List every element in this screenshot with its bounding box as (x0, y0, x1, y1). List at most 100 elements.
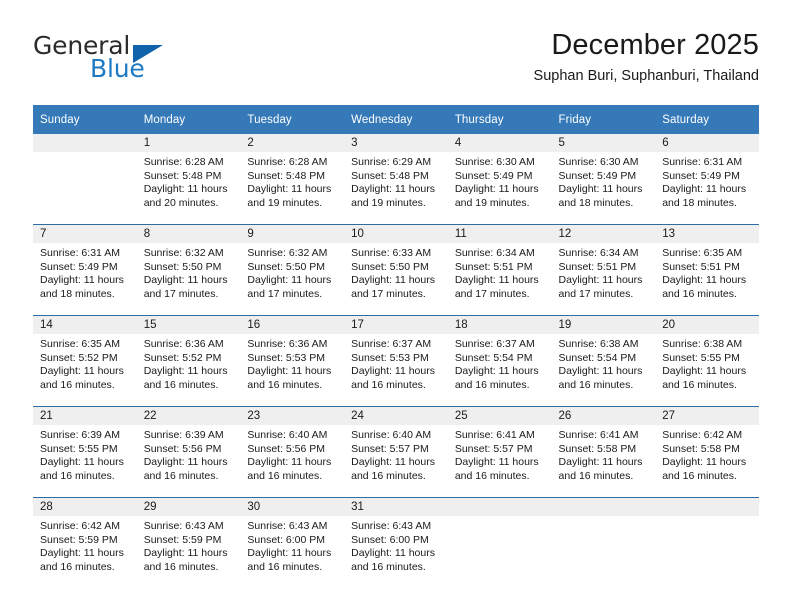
calendar-day-cell[interactable]: 3 Sunrise: 6:29 AM Sunset: 5:48 PM Daylight… (344, 134, 448, 225)
general-blue-logo[interactable]: General Blue (33, 32, 263, 90)
calendar-day-cell[interactable]: 17 Sunrise: 6:37 AM Sunset: 5:53 PM Dayligh… (344, 315, 448, 407)
calendar-day-cell[interactable]: 10 Sunrise: 6:33 AM Sunset: 5:50 PM Dayligh… (344, 224, 448, 316)
day-detail-line: and 17 minutes. (558, 287, 634, 300)
day-cell-inner: 10 Sunrise: 6:33 AM Sunset: 5:50 PM Dayligh… (344, 225, 448, 315)
day-detail-line: Daylight: 11 hours (143, 365, 228, 378)
calendar-day-cell[interactable]: 16 Sunrise: 6:36 AM Sunset: 5:53 PM Dayligh… (240, 315, 345, 407)
day-number: 3 (344, 134, 448, 152)
calendar-empty-cell (33, 134, 137, 225)
calendar-day-cell[interactable]: 11 Sunrise: 6:34 AM Sunset: 5:51 PM Dayligh… (447, 224, 552, 316)
calendar-day-cell[interactable]: 7 Sunrise: 6:31 AM Sunset: 5:49 PM Daylight… (33, 224, 137, 316)
calendar-day-cell[interactable]: 22 Sunrise: 6:39 AM Sunset: 5:56 PM Dayligh… (136, 406, 241, 498)
calendar-day-cell[interactable]: 19 Sunrise: 6:38 AM Sunset: 5:54 PM Dayligh… (551, 315, 656, 407)
day-detail-line: Sunrise: 6:35 AM (662, 247, 743, 259)
calendar-day-cell[interactable]: 12 Sunrise: 6:34 AM Sunset: 5:51 PM Dayligh… (551, 224, 656, 316)
day-detail-line: and 19 minutes. (247, 196, 323, 209)
calendar-day-cell[interactable]: 9 Sunrise: 6:32 AM Sunset: 5:50 PM Daylight… (240, 224, 345, 316)
day-number: 13 (655, 225, 759, 243)
calendar-day-cell[interactable]: 20 Sunrise: 6:38 AM Sunset: 5:55 PM Dayligh… (655, 315, 759, 407)
day-detail-line: Sunrise: 6:29 AM (351, 156, 432, 168)
calendar-day-cell[interactable]: 8 Sunrise: 6:32 AM Sunset: 5:50 PM Daylight… (136, 224, 241, 316)
calendar-day-cell[interactable]: 27 Sunrise: 6:42 AM Sunset: 5:58 PM Dayligh… (655, 406, 759, 498)
day-detail-line: Daylight: 11 hours (247, 365, 332, 378)
day-detail-line: Sunrise: 6:41 AM (454, 429, 535, 441)
day-detail-line: Sunrise: 6:36 AM (143, 338, 224, 350)
calendar-day-cell[interactable]: 1 Sunrise: 6:28 AM Sunset: 5:48 PM Daylight… (136, 134, 241, 225)
day-cell-inner: 9 Sunrise: 6:32 AM Sunset: 5:50 PM Daylight… (240, 225, 345, 315)
calendar-day-cell[interactable]: 14 Sunrise: 6:35 AM Sunset: 5:52 PM Dayligh… (33, 315, 137, 407)
day-detail-line: Sunrise: 6:33 AM (351, 247, 432, 259)
day-details: Sunrise: 6:31 AM Sunset: 5:49 PM Daylight:… (655, 152, 759, 210)
day-detail-line: Sunset: 5:58 PM (662, 442, 740, 455)
day-detail-line: Daylight: 11 hours (454, 183, 539, 196)
day-detail-line: Sunset: 5:57 PM (454, 442, 533, 455)
calendar-day-cell[interactable]: 4 Sunrise: 6:30 AM Sunset: 5:49 PM Daylight… (447, 134, 552, 225)
calendar-day-cell[interactable]: 2 Sunrise: 6:28 AM Sunset: 5:48 PM Daylight… (240, 134, 345, 225)
day-number: 18 (447, 316, 552, 334)
day-cell-inner: 19 Sunrise: 6:38 AM Sunset: 5:54 PM Dayligh… (551, 316, 656, 406)
calendar-day-cell[interactable]: 31 Sunrise: 6:43 AM Sunset: 6:00 PM Dayligh… (344, 497, 448, 588)
day-details: Sunrise: 6:41 AM Sunset: 5:58 PM Daylight:… (552, 425, 656, 483)
calendar-day-cell[interactable]: 21 Sunrise: 6:39 AM Sunset: 5:55 PM Dayligh… (33, 406, 137, 498)
day-detail-line: Sunrise: 6:43 AM (247, 520, 328, 532)
day-cell-inner: 16 Sunrise: 6:36 AM Sunset: 5:53 PM Dayligh… (240, 316, 345, 406)
day-details: Sunrise: 6:29 AM Sunset: 5:48 PM Daylight:… (344, 152, 448, 210)
day-detail-line: Daylight: 11 hours (247, 547, 332, 560)
day-number: 21 (33, 407, 137, 425)
calendar-day-cell[interactable]: 13 Sunrise: 6:35 AM Sunset: 5:51 PM Dayligh… (655, 224, 759, 316)
day-detail-line: Sunrise: 6:32 AM (143, 247, 224, 259)
day-detail-line: and 16 minutes. (143, 560, 219, 573)
day-cell-inner: 4 Sunrise: 6:30 AM Sunset: 5:49 PM Daylight… (447, 134, 552, 224)
day-detail-line: and 20 minutes. (143, 196, 219, 209)
calendar-day-cell[interactable]: 28 Sunrise: 6:42 AM Sunset: 5:59 PM Dayligh… (33, 497, 137, 588)
calendar-day-cell[interactable]: 15 Sunrise: 6:36 AM Sunset: 5:52 PM Dayligh… (136, 315, 241, 407)
day-number: 4 (447, 134, 552, 152)
day-detail-line: Sunrise: 6:28 AM (143, 156, 224, 168)
day-detail-line: Sunset: 5:59 PM (143, 533, 222, 546)
calendar-week-row: 1 Sunrise: 6:28 AM Sunset: 5:48 PM Daylight… (33, 134, 759, 225)
day-detail-line: Sunset: 5:54 PM (454, 351, 533, 364)
calendar-day-cell[interactable]: 23 Sunrise: 6:40 AM Sunset: 5:56 PM Dayligh… (240, 406, 345, 498)
day-number: 12 (551, 225, 656, 243)
day-detail-line: Sunset: 5:51 PM (454, 260, 533, 273)
calendar-day-cell[interactable]: 26 Sunrise: 6:41 AM Sunset: 5:58 PM Dayligh… (551, 406, 656, 498)
calendar-day-cell[interactable]: 30 Sunrise: 6:43 AM Sunset: 6:00 PM Dayligh… (240, 497, 345, 588)
day-detail-line: Sunset: 5:59 PM (40, 533, 118, 546)
calendar-header-row: Sunday Monday Tuesday Wednesday Thursday Frid… (33, 105, 759, 134)
day-detail-line: Daylight: 11 hours (351, 183, 435, 196)
day-detail-line: Sunset: 5:55 PM (662, 351, 740, 364)
day-number: 5 (551, 134, 656, 152)
calendar-day-cell[interactable]: 25 Sunrise: 6:41 AM Sunset: 5:57 PM Dayligh… (447, 406, 552, 498)
day-detail-line: Daylight: 11 hours (662, 456, 747, 469)
day-number (655, 498, 759, 516)
calendar-day-cell[interactable]: 24 Sunrise: 6:40 AM Sunset: 5:57 PM Dayligh… (344, 406, 448, 498)
day-detail-line: Sunset: 5:48 PM (351, 169, 429, 182)
day-number: 17 (344, 316, 448, 334)
calendar-day-cell[interactable]: 29 Sunrise: 6:43 AM Sunset: 5:59 PM Dayligh… (136, 497, 241, 588)
day-number: 6 (655, 134, 759, 152)
day-number (447, 498, 552, 516)
day-detail-line: Sunrise: 6:43 AM (351, 520, 432, 532)
day-number (551, 498, 656, 516)
calendar-week-row: 28 Sunrise: 6:42 AM Sunset: 5:59 PM Dayligh… (33, 497, 759, 588)
weekday-header-thursday: Thursday (447, 105, 552, 134)
day-details: Sunrise: 6:43 AM Sunset: 5:59 PM Daylight:… (137, 516, 241, 574)
day-detail-line: Sunset: 5:49 PM (558, 169, 637, 182)
calendar-week-row: 7 Sunrise: 6:31 AM Sunset: 5:49 PM Daylight… (33, 224, 759, 316)
day-detail-line: Sunrise: 6:31 AM (40, 247, 120, 259)
title-block: December 2025 Suphan Buri, Suphanburi, T… (534, 28, 759, 85)
day-detail-line: Sunset: 5:52 PM (143, 351, 222, 364)
day-details: Sunrise: 6:39 AM Sunset: 5:55 PM Daylight:… (33, 425, 137, 483)
day-cell-inner (33, 134, 137, 224)
day-cell-inner (655, 498, 759, 588)
day-detail-line: and 17 minutes. (143, 287, 219, 300)
day-cell-inner: 8 Sunrise: 6:32 AM Sunset: 5:50 PM Daylight… (136, 225, 241, 315)
calendar-day-cell[interactable]: 5 Sunrise: 6:30 AM Sunset: 5:49 PM Daylight… (551, 134, 656, 225)
day-detail-line: Sunset: 5:48 PM (247, 169, 326, 182)
day-detail-line: Sunrise: 6:42 AM (662, 429, 743, 441)
calendar-day-cell[interactable]: 18 Sunrise: 6:37 AM Sunset: 5:54 PM Dayligh… (447, 315, 552, 407)
weekday-header-sunday: Sunday (33, 105, 137, 134)
day-number: 29 (136, 498, 241, 516)
day-number: 31 (344, 498, 448, 516)
calendar-day-cell[interactable]: 6 Sunrise: 6:31 AM Sunset: 5:49 PM Daylight… (655, 134, 759, 225)
